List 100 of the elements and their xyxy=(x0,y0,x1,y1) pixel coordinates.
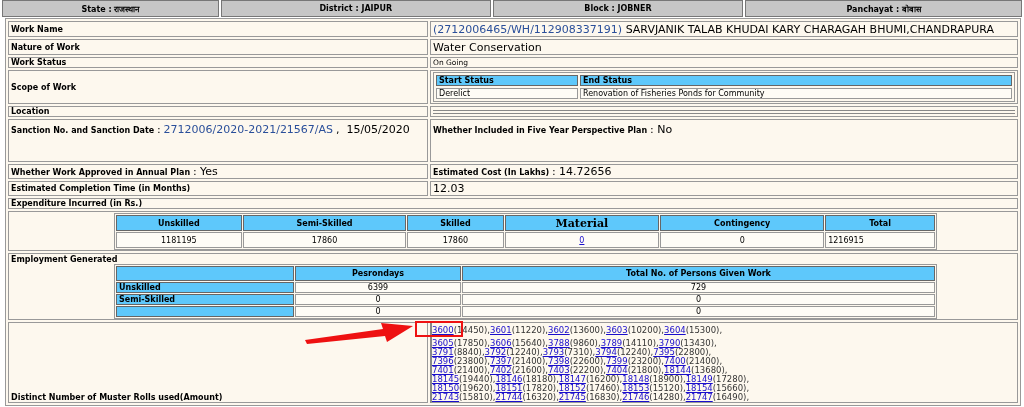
field-value: : 14.72656 xyxy=(551,165,612,178)
field-label: Estimated Completion Time (in Months) xyxy=(11,184,191,193)
muster-roll-link[interactable]: 7403 xyxy=(548,365,570,375)
muster-roll-link[interactable]: 3790 xyxy=(658,338,681,348)
muster-roll-link[interactable]: 3603 xyxy=(606,325,628,335)
muster-roll-link[interactable]: 3606 xyxy=(490,338,512,348)
muster-roll-link[interactable]: 18151 xyxy=(495,383,523,393)
column-header: Material xyxy=(504,215,660,231)
table-cell: 0 xyxy=(660,232,825,248)
amount-text: (10200), xyxy=(627,325,665,335)
column-header: Contingency xyxy=(660,215,825,231)
amount-text: (11220), xyxy=(511,325,549,335)
muster-roll-link[interactable]: 3794 xyxy=(595,347,617,357)
row-header: Unskilled xyxy=(116,282,294,293)
amount-text: (15300), xyxy=(685,325,723,335)
muster-roll-link[interactable]: 3604 xyxy=(664,325,686,335)
amount-text: (17820), xyxy=(522,383,559,393)
table-cell: 17860 xyxy=(407,232,504,248)
muster-roll-link[interactable]: 7399 xyxy=(606,356,628,366)
muster-roll-link[interactable]: 3793 xyxy=(542,347,565,357)
field-label: Distinct Number of Muster Rolls used(Amount) xyxy=(11,393,223,402)
muster-roll-link[interactable]: 18147 xyxy=(558,374,586,384)
muster-roll-link[interactable]: 18144 xyxy=(664,365,692,375)
separator-text: : xyxy=(157,123,161,136)
amount-text: (19440), xyxy=(459,374,496,384)
muster-roll-link[interactable]: 3600 xyxy=(432,325,454,335)
muster-roll-link[interactable]: 21744 xyxy=(495,392,523,402)
muster-roll-link[interactable]: 7398 xyxy=(548,356,570,366)
table-cell: 0 xyxy=(462,306,935,317)
table-cell: 729 xyxy=(462,282,935,293)
amount-text: (15120), xyxy=(649,383,686,393)
field-label: Nature of Work xyxy=(11,42,80,52)
amount-text: (12240), xyxy=(506,347,543,357)
section-label: Expenditure Incurred (in Rs.) xyxy=(11,199,143,208)
table-cell: 0 xyxy=(295,294,461,305)
muster-roll-link[interactable]: 21747 xyxy=(685,392,713,402)
muster-roll-link[interactable]: 3789 xyxy=(600,338,623,348)
table-cell: 0 xyxy=(462,294,935,305)
muster-roll-link[interactable]: 18148 xyxy=(622,374,650,384)
muster-roll-link[interactable]: 18146 xyxy=(495,374,523,384)
muster-roll-link[interactable]: 7397 xyxy=(490,356,512,366)
field-label: Work Name xyxy=(11,24,63,34)
amount-text: (9860), xyxy=(569,338,601,348)
muster-roll-link[interactable]: 3788 xyxy=(548,338,570,348)
header-cell: District : JAIPUR xyxy=(220,0,491,17)
muster-roll-link[interactable]: 3605 xyxy=(432,338,454,348)
muster-roll-link[interactable]: 18152 xyxy=(558,383,586,393)
header-cell: State : राजस्थान xyxy=(2,0,219,17)
muster-roll-link[interactable]: 18154 xyxy=(685,383,713,393)
column-header: Total No. of Persons Given Work xyxy=(462,266,935,281)
muster-roll-link[interactable]: 7395 xyxy=(653,347,675,357)
table-cell: 6399 xyxy=(295,282,461,293)
amount-text: (15660), xyxy=(712,383,750,393)
muster-roll-link[interactable]: 18150 xyxy=(432,383,460,393)
work-code: (2712006465/WH/112908337191) xyxy=(433,22,623,36)
muster-roll-link[interactable]: 7396 xyxy=(432,356,454,366)
muster-roll-link[interactable]: 21746 xyxy=(622,392,650,402)
amount-text: (17280), xyxy=(712,374,750,384)
muster-roll-link[interactable]: 7400 xyxy=(664,356,686,366)
column-header: Semi-Skilled xyxy=(242,215,407,231)
amount-text: (23200), xyxy=(627,356,665,366)
muster-roll-link[interactable]: 18153 xyxy=(622,383,650,393)
amount-text: (7310), xyxy=(564,347,596,357)
amount-text: (16200), xyxy=(585,374,623,384)
muster-roll-link[interactable]: 7401 xyxy=(432,365,454,375)
amount-text: (16320), xyxy=(522,392,559,402)
amount-text: (21400), xyxy=(453,365,490,375)
amount-text: (15810), xyxy=(459,392,496,402)
field-label: Location xyxy=(11,107,50,116)
row-header: Semi-Skilled xyxy=(116,294,294,305)
muster-roll-link[interactable]: 7404 xyxy=(606,365,628,375)
muster-roll-link[interactable]: 3791 xyxy=(432,347,454,357)
column-header: End Status xyxy=(580,75,1012,86)
muster-roll-link[interactable]: 21745 xyxy=(558,392,586,402)
amount-text: (16830), xyxy=(585,392,623,402)
muster-roll-link[interactable]: 18145 xyxy=(432,374,460,384)
muster-roll-link[interactable]: 18149 xyxy=(685,374,713,384)
amount-text: (19620), xyxy=(459,383,496,393)
amount-text: (22200), xyxy=(569,365,607,375)
column-header: Start Status xyxy=(436,75,578,86)
muster-roll-link[interactable]: 3792 xyxy=(484,347,507,357)
column-header: Skilled xyxy=(407,215,504,231)
muster-roll-link[interactable]: 21743 xyxy=(432,392,460,402)
amount-text: (13600), xyxy=(569,325,607,335)
muster-roll-link[interactable]: 7402 xyxy=(490,365,512,375)
field-label: Work Status xyxy=(11,58,67,67)
table-cell: Derelict xyxy=(436,88,578,99)
muster-roll-link[interactable]: 3602 xyxy=(548,325,570,335)
field-label: Whether Work Approved in Annual Plan xyxy=(11,168,191,177)
field-value: 12.03 xyxy=(433,182,465,195)
amount-text: (8840), xyxy=(453,347,485,357)
amount-text: (23800), xyxy=(453,356,490,366)
muster-roll-link[interactable]: 3601 xyxy=(490,325,512,335)
amount-text: (17850), xyxy=(453,338,490,348)
material-link[interactable]: 0 xyxy=(579,235,585,245)
field-label: Scope of Work xyxy=(11,82,76,92)
table-cell: 0 xyxy=(295,306,461,317)
amount-text: (16490), xyxy=(712,392,750,402)
amount-text: (14110), xyxy=(622,338,659,348)
table-cell: 1216915 xyxy=(825,232,935,248)
